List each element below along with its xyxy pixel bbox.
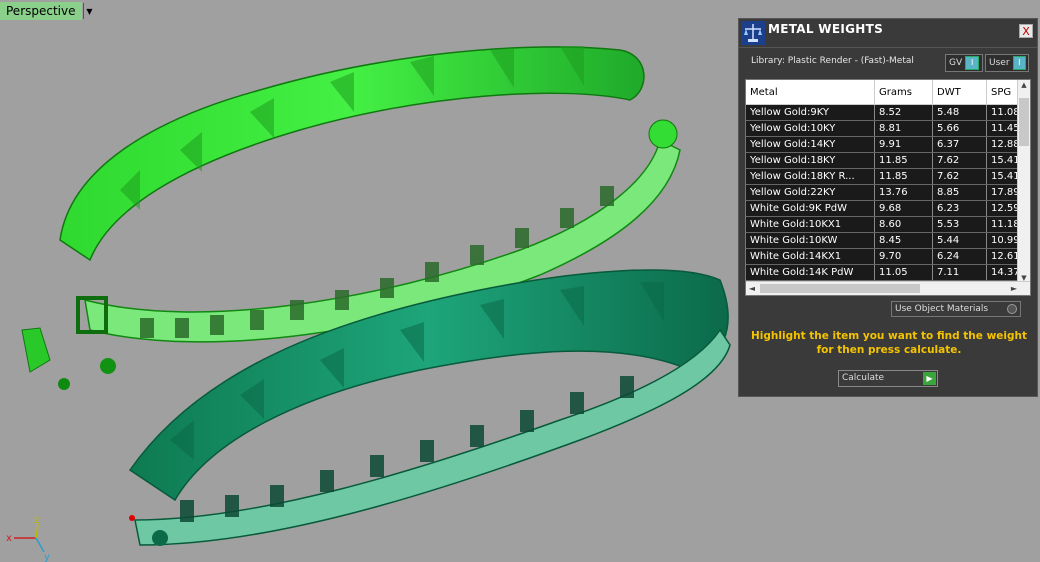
axis-gizmo: x z y bbox=[6, 515, 50, 562]
cell-dwt: 8.85 bbox=[932, 184, 987, 201]
table-row[interactable]: Yellow Gold:18KY 11.85 7.62 15.41 bbox=[746, 152, 1026, 169]
horizontal-scroll-thumb[interactable] bbox=[760, 284, 920, 293]
instruction-text: Highlight the item you want to find the … bbox=[751, 330, 1027, 356]
radio-icon[interactable] bbox=[1007, 304, 1017, 314]
scroll-left-icon[interactable]: ◄ bbox=[746, 282, 758, 295]
table-row[interactable]: White Gold:10KW 8.45 5.44 10.99 bbox=[746, 232, 1026, 249]
cell-metal: Yellow Gold:14KY bbox=[746, 136, 875, 153]
cell-grams: 11.85 bbox=[874, 152, 933, 169]
triangle-down-icon[interactable]: ▼ bbox=[82, 3, 96, 19]
cell-metal: Yellow Gold:18KY R... bbox=[746, 168, 875, 185]
cell-grams: 9.68 bbox=[874, 200, 933, 217]
cell-dwt: 5.48 bbox=[932, 104, 987, 121]
cell-grams: 9.70 bbox=[874, 248, 933, 265]
cell-metal: White Gold:10KW bbox=[746, 232, 875, 249]
cell-grams: 8.45 bbox=[874, 232, 933, 249]
library-label: Library: Plastic Render - (Fast)-Metal bbox=[751, 56, 914, 66]
cell-dwt: 7.62 bbox=[932, 168, 987, 185]
cell-grams: 8.60 bbox=[874, 216, 933, 233]
close-button[interactable]: X bbox=[1019, 24, 1033, 38]
table-row[interactable]: White Gold:14K PdW 11.05 7.11 14.37 bbox=[746, 264, 1026, 281]
metal-weights-panel: METAL WEIGHTS X Library: Plastic Render … bbox=[738, 18, 1038, 397]
table-row[interactable]: Yellow Gold:10KY 8.81 5.66 11.45 bbox=[746, 120, 1026, 137]
column-header-metal[interactable]: Metal bbox=[746, 80, 875, 105]
cell-grams: 8.81 bbox=[874, 120, 933, 137]
cell-dwt: 7.11 bbox=[932, 264, 987, 281]
cell-metal: Yellow Gold:22KY bbox=[746, 184, 875, 201]
scale-logo-icon bbox=[741, 21, 765, 45]
scroll-up-icon[interactable]: ▲ bbox=[1018, 80, 1030, 90]
column-header-dwt[interactable]: DWT bbox=[932, 80, 987, 105]
table-row[interactable]: Yellow Gold:18KY R... 11.85 7.62 15.41 bbox=[746, 168, 1026, 185]
table-vertical-scrollbar[interactable]: ▲ ▼ bbox=[1017, 80, 1030, 283]
cell-dwt: 5.44 bbox=[932, 232, 987, 249]
scroll-right-icon[interactable]: ► bbox=[1008, 282, 1020, 295]
cell-dwt: 6.37 bbox=[932, 136, 987, 153]
table-row[interactable]: Yellow Gold:14KY 9.91 6.37 12.88 bbox=[746, 136, 1026, 153]
cell-dwt: 5.53 bbox=[932, 216, 987, 233]
table-row[interactable]: White Gold:14KX1 9.70 6.24 12.61 bbox=[746, 248, 1026, 265]
cell-metal: White Gold:14K PdW bbox=[746, 264, 875, 281]
vertical-scroll-thumb[interactable] bbox=[1019, 98, 1029, 146]
cell-grams: 13.76 bbox=[874, 184, 933, 201]
panel-titlebar[interactable]: METAL WEIGHTS X bbox=[739, 19, 1037, 48]
cell-grams: 11.05 bbox=[874, 264, 933, 281]
cell-metal: White Gold:9K PdW bbox=[746, 200, 875, 217]
viewport-tab[interactable]: Perspective ▼ bbox=[0, 2, 96, 20]
table-horizontal-scrollbar[interactable]: ◄ ► bbox=[746, 281, 1030, 295]
cell-metal: Yellow Gold:10KY bbox=[746, 120, 875, 137]
calculate-button[interactable]: Calculate ▶ bbox=[838, 370, 938, 387]
play-arrow-icon[interactable]: ▶ bbox=[923, 372, 936, 385]
table-row[interactable]: Yellow Gold:22KY 13.76 8.85 17.89 bbox=[746, 184, 1026, 201]
gv-toggle-knob: I bbox=[965, 56, 980, 70]
use-object-materials-label: Use Object Materials bbox=[895, 304, 989, 314]
gv-toggle[interactable]: GV I bbox=[945, 54, 983, 72]
cell-metal: White Gold:14KX1 bbox=[746, 248, 875, 265]
table-row[interactable]: Yellow Gold:9KY 8.52 5.48 11.08 bbox=[746, 104, 1026, 121]
table-row[interactable]: White Gold:9K PdW 9.68 6.23 12.59 bbox=[746, 200, 1026, 217]
gv-toggle-label: GV bbox=[949, 58, 963, 68]
user-toggle[interactable]: User I bbox=[985, 54, 1029, 72]
axis-x-label: x bbox=[6, 533, 12, 544]
use-object-materials-option[interactable]: Use Object Materials bbox=[891, 301, 1021, 317]
cell-grams: 9.91 bbox=[874, 136, 933, 153]
cell-dwt: 6.24 bbox=[932, 248, 987, 265]
calculate-label: Calculate bbox=[842, 373, 885, 383]
user-toggle-knob: I bbox=[1012, 56, 1026, 70]
cell-metal: White Gold:10KX1 bbox=[746, 216, 875, 233]
cell-metal: Yellow Gold:18KY bbox=[746, 152, 875, 169]
cell-dwt: 6.23 bbox=[932, 200, 987, 217]
table-row[interactable]: White Gold:10KX1 8.60 5.53 11.18 bbox=[746, 216, 1026, 233]
panel-title: METAL WEIGHTS bbox=[768, 22, 884, 36]
metal-table: Metal Grams DWT SPG Yellow Gold:9KY 8.52 5… bbox=[745, 79, 1031, 296]
column-header-grams[interactable]: Grams bbox=[874, 80, 933, 105]
cell-grams: 11.85 bbox=[874, 168, 933, 185]
user-toggle-label: User bbox=[989, 58, 1010, 68]
cell-grams: 8.52 bbox=[874, 104, 933, 121]
cell-dwt: 7.62 bbox=[932, 152, 987, 169]
viewport-label[interactable]: Perspective bbox=[0, 2, 82, 20]
axis-y-label: y bbox=[44, 552, 50, 562]
axis-z-label: z bbox=[34, 515, 39, 526]
cell-metal: Yellow Gold:9KY bbox=[746, 104, 875, 121]
cell-dwt: 5.66 bbox=[932, 120, 987, 137]
